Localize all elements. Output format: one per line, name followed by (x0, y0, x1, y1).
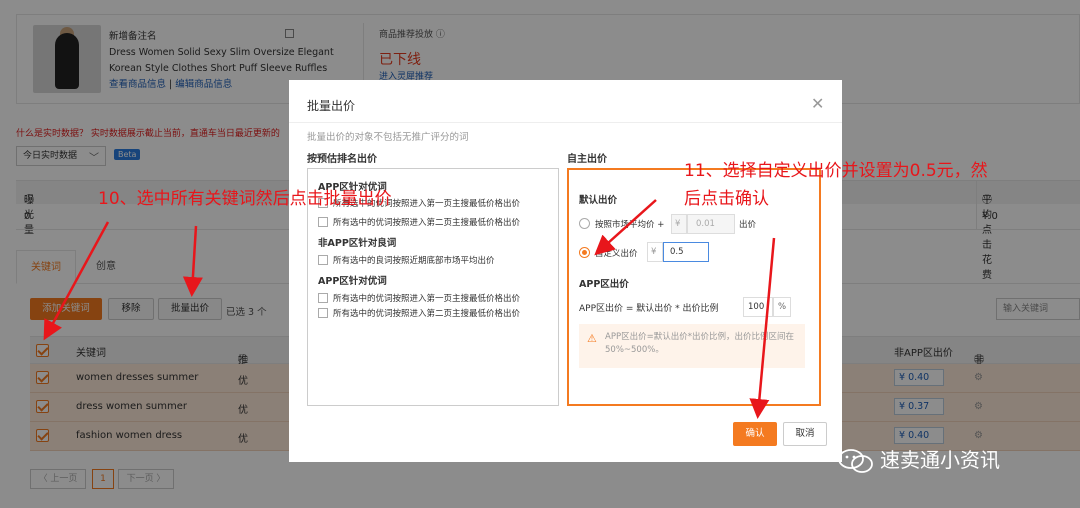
arrow-to-confirm (749, 237, 776, 419)
arrow-to-custom-bid (594, 199, 657, 256)
arrow-to-select-all (43, 221, 110, 341)
annotation-arrows (43, 199, 776, 419)
watermark-text: 速卖通小资讯 (880, 448, 1000, 472)
arrow-to-batch-bid (182, 225, 203, 297)
wechat-icon (838, 449, 873, 473)
